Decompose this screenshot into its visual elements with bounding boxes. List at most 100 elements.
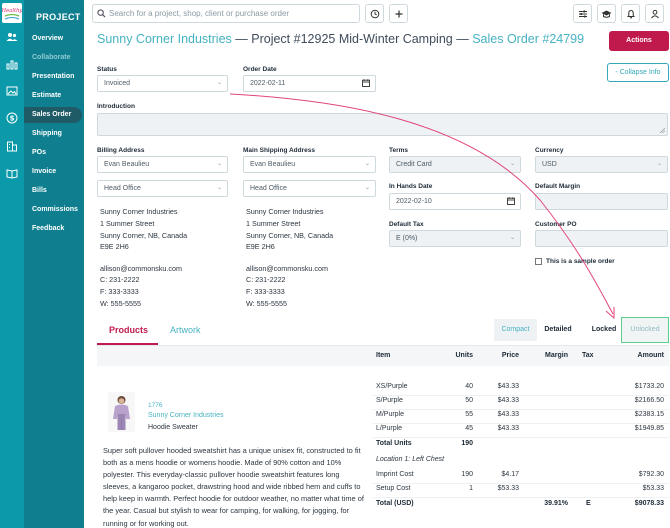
resize-handle-icon[interactable] <box>660 128 665 133</box>
product-name: Hoodie Sweater <box>148 424 198 431</box>
nav-item-invoice[interactable]: Invoice <box>24 164 84 180</box>
plus-icon <box>395 10 402 17</box>
icon-rail: Healthy $ <box>0 0 24 528</box>
add-button[interactable] <box>389 4 408 23</box>
nav-item-sales-order[interactable]: Sales Order <box>24 107 82 123</box>
shipping-contact-select[interactable]: Evan Beaulieu ⌄ <box>243 156 376 173</box>
education-button[interactable] <box>597 4 616 23</box>
order-date-field[interactable]: 2022-02-11 <box>243 75 376 92</box>
col-item: Item <box>376 352 391 359</box>
notifications-button[interactable] <box>621 4 640 23</box>
row-amount: $792.30 <box>638 471 664 478</box>
row-units: 55 <box>465 411 473 418</box>
collapse-info-button[interactable]: - Collapse Info <box>607 63 669 82</box>
nav-item-estimate[interactable]: Estimate <box>24 88 84 104</box>
order-date-value: 2022-02-11 <box>250 80 286 87</box>
currency-select[interactable]: USD ⌄ <box>535 156 668 173</box>
history-button[interactable] <box>365 4 384 23</box>
shipping-line: E9E 2H6 <box>246 242 275 251</box>
terms-label: Terms <box>389 147 409 154</box>
status-select[interactable]: Invoiced ⌄ <box>97 75 228 92</box>
chevron-down-icon: ⌄ <box>216 161 222 167</box>
row-amount: $2383.15 <box>634 411 664 418</box>
image-icon[interactable] <box>6 85 18 97</box>
billing-contact-select[interactable]: Evan Beaulieu ⌄ <box>97 156 228 173</box>
row-item: Setup Cost <box>376 485 411 492</box>
calendar-icon[interactable] <box>507 197 515 205</box>
product-supplier-link[interactable]: Sunny Corner Industries <box>148 412 223 419</box>
row-divider <box>373 483 669 484</box>
billing-location-select[interactable]: Head Office ⌄ <box>97 180 228 197</box>
chevron-down-icon: ⌄ <box>364 161 370 167</box>
chevron-down-icon: ⌄ <box>364 185 370 191</box>
in-hands-date-field[interactable]: 2022-02-10 <box>389 193 521 210</box>
compact-view-button[interactable]: Compact <box>494 319 537 341</box>
in-hands-date-label: In Hands Date <box>389 183 433 190</box>
row-item: S/Purple <box>376 397 403 404</box>
settings-button[interactable] <box>573 4 592 23</box>
terms-select[interactable]: Credit Card ⌄ <box>389 156 521 173</box>
nav-item-bills[interactable]: Bills <box>24 183 84 199</box>
row-price: $43.33 <box>497 383 519 390</box>
default-tax-select[interactable]: E (0%) ⌄ <box>389 230 521 247</box>
billing-line: E9E 2H6 <box>100 242 129 251</box>
row-units: 45 <box>465 425 473 432</box>
nav-item-overview[interactable]: Overview <box>24 31 84 47</box>
nav-item-pos[interactable]: POs <box>24 145 84 161</box>
row-item: XS/Purple <box>376 383 408 390</box>
billing-work-phone: W: 555-5555 <box>100 299 142 308</box>
default-tax-label: Default Tax <box>389 221 424 228</box>
row-units: 190 <box>461 440 473 447</box>
shipping-phone: C: 231-2222 <box>246 275 286 284</box>
shipping-line: Sunny Corner Industries <box>246 207 324 216</box>
product-sku: 1776 <box>148 402 163 409</box>
billing-line: Sunny Corner Industries <box>100 207 178 216</box>
row-divider <box>373 437 669 438</box>
default-margin-label: Default Margin <box>535 183 581 190</box>
nav-item-commissions[interactable]: Commissions <box>24 202 84 218</box>
app-root: Healthy $ PROJECT Overview Collaborate P… <box>0 0 670 528</box>
default-margin-field[interactable] <box>535 193 668 210</box>
bar-chart-icon[interactable] <box>6 58 18 70</box>
calendar-icon[interactable] <box>362 79 370 87</box>
nav-item-presentation[interactable]: Presentation <box>24 69 84 85</box>
nav-item-feedback[interactable]: Feedback <box>24 221 84 237</box>
row-item: Total (USD) <box>376 500 414 507</box>
profile-button[interactable] <box>645 4 664 23</box>
billing-location-value: Head Office <box>104 185 141 192</box>
col-amount: Amount <box>637 352 664 359</box>
nav-item-shipping[interactable]: Shipping <box>24 126 84 142</box>
billing-contact-value: Evan Beaulieu <box>104 161 150 168</box>
client-link[interactable]: Sunny Corner Industries <box>97 32 232 46</box>
introduction-textarea[interactable] <box>97 113 668 136</box>
building-icon[interactable] <box>6 140 18 152</box>
sample-order-label: This is a sample order <box>546 258 615 265</box>
project-nav-title: PROJECT <box>36 12 81 22</box>
page-title: Sunny Corner Industries — Project #12925… <box>97 32 584 46</box>
shipping-location-select[interactable]: Head Office ⌄ <box>243 180 376 197</box>
dollar-icon[interactable]: $ <box>6 112 18 124</box>
search-input[interactable]: Search for a project, shop, client or pu… <box>92 4 360 23</box>
customer-po-field[interactable] <box>535 230 668 247</box>
book-icon[interactable] <box>6 167 18 179</box>
unlocked-button[interactable]: Unlocked <box>621 317 669 343</box>
row-price: $43.33 <box>497 397 519 404</box>
locked-button[interactable]: Locked <box>585 319 623 341</box>
tab-products[interactable]: Products <box>109 325 148 335</box>
history-icon <box>370 9 379 18</box>
sample-order-checkbox[interactable] <box>535 258 542 265</box>
billing-line: 1 Summer Street <box>100 219 155 228</box>
detailed-view-button[interactable]: Detailed <box>539 319 577 341</box>
search-icon <box>97 9 106 18</box>
shipping-work-phone: W: 555-5555 <box>246 299 288 308</box>
row-tax: E <box>586 500 591 507</box>
tab-artwork[interactable]: Artwork <box>170 325 201 335</box>
shipping-location-value: Head Office <box>250 185 287 192</box>
users-icon[interactable] <box>6 31 18 43</box>
actions-button[interactable]: Actions <box>609 31 669 51</box>
company-logo[interactable]: Healthy <box>2 3 22 23</box>
row-item: Location 1: Left Chest <box>376 456 445 463</box>
product-image[interactable] <box>108 392 135 432</box>
nav-item-collaborate[interactable]: Collaborate <box>24 50 84 66</box>
default-tax-value: E (0%) <box>396 235 418 242</box>
